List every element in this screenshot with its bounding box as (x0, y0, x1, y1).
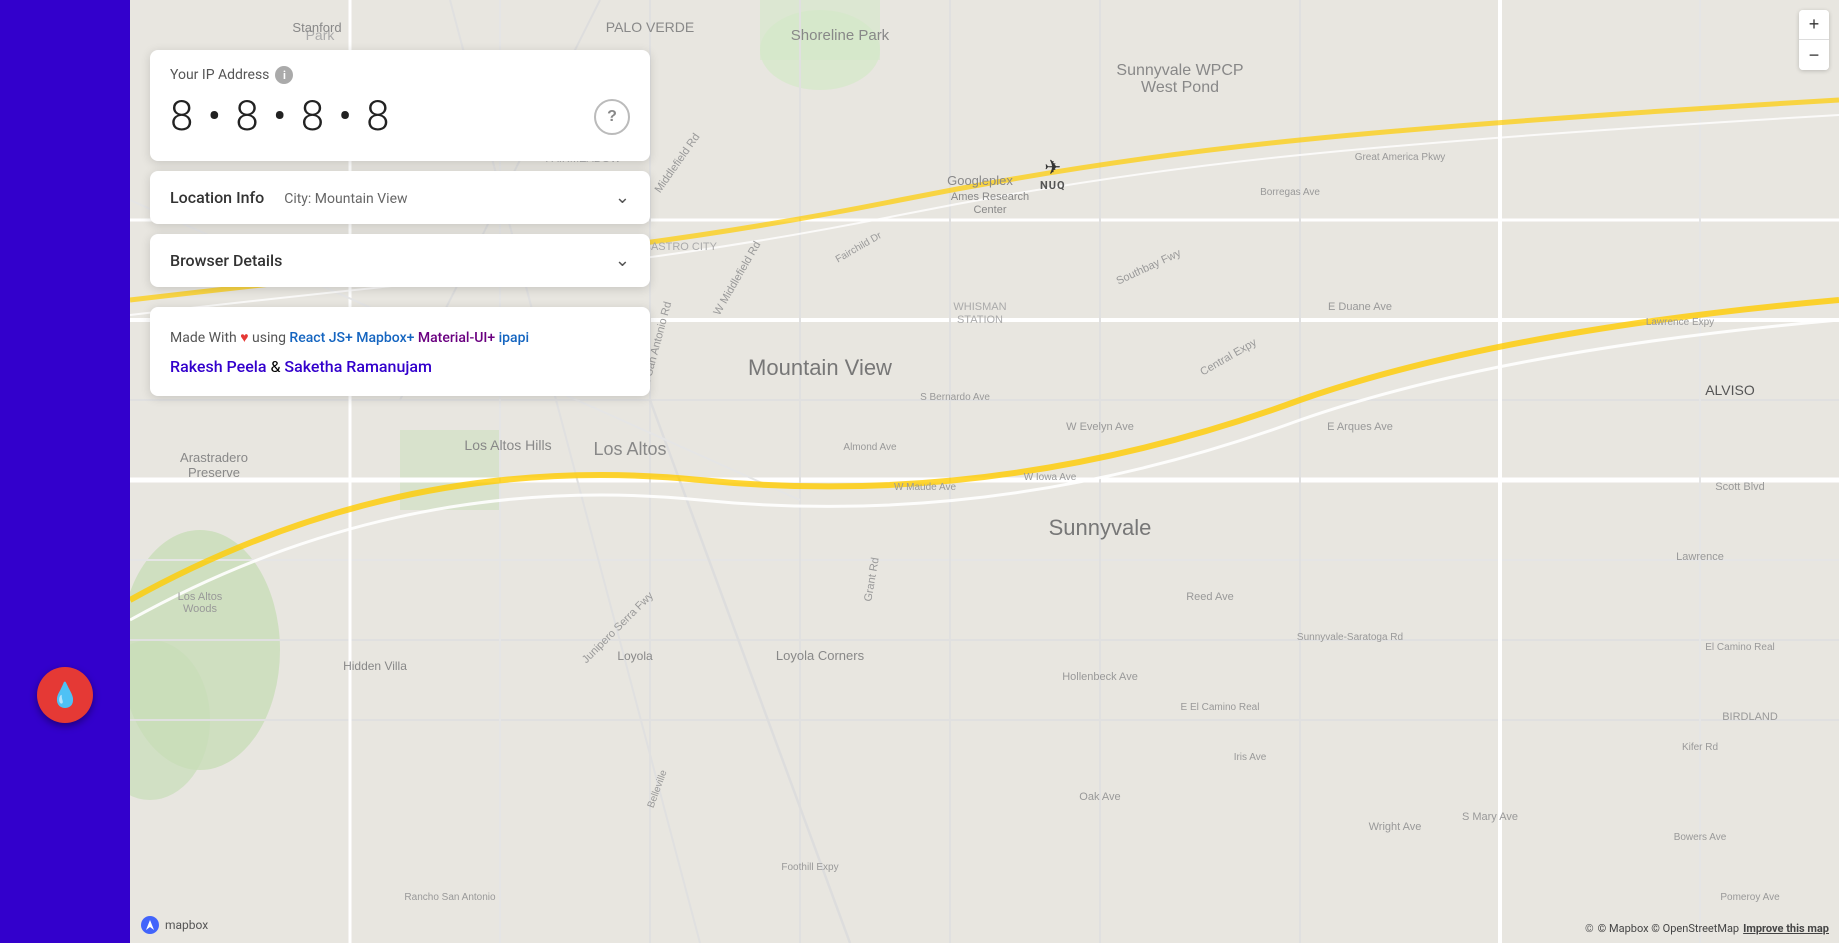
svg-text:Sunnyvale-Saratoga Rd: Sunnyvale-Saratoga Rd (1297, 632, 1403, 643)
panels-container: Your IP Address i 8 • 8 • 8 • 8 ? Locati… (150, 50, 650, 396)
svg-text:S Bernardo Ave: S Bernardo Ave (920, 392, 990, 403)
ip-card: Your IP Address i 8 • 8 • 8 • 8 ? (150, 50, 650, 161)
location-accordion: Location Info City: Mountain View ⌄ (150, 171, 650, 224)
svg-text:Lawrence: Lawrence (1676, 551, 1724, 563)
airplane-icon: ✈ (1044, 155, 1061, 179)
improve-map-link[interactable]: Improve this map (1743, 922, 1829, 935)
svg-text:Foothill Expy: Foothill Expy (781, 862, 838, 873)
mapbox-logo: mapbox (140, 915, 208, 935)
svg-text:West Pond: West Pond (1141, 79, 1219, 96)
svg-text:W Iowa Ave: W Iowa Ave (1024, 472, 1077, 483)
svg-text:WHISMAN: WHISMAN (953, 301, 1006, 313)
svg-text:E Duane Ave: E Duane Ave (1328, 301, 1392, 313)
airport-marker: ✈ NUQ (1040, 155, 1066, 192)
svg-text:Preserve: Preserve (188, 465, 240, 480)
svg-text:STATION: STATION (957, 314, 1003, 326)
svg-text:Ames Research: Ames Research (951, 191, 1029, 203)
water-drop-icon: 💧 (50, 681, 80, 710)
ip-address-display: 8 • 8 • 8 • 8 (170, 92, 391, 141)
ip-label: Your IP Address (170, 67, 269, 83)
ip-address-row: 8 • 8 • 8 • 8 ? (170, 92, 630, 141)
location-chevron-icon: ⌄ (615, 187, 630, 208)
svg-text:Hollenbeck Ave: Hollenbeck Ave (1062, 671, 1138, 683)
svg-text:Iris Ave: Iris Ave (1234, 752, 1267, 763)
heart-icon: ♥ (240, 330, 248, 346)
zoom-in-button[interactable]: + (1799, 10, 1829, 40)
svg-text:Arastradero: Arastradero (180, 450, 248, 465)
svg-text:Loyola: Loyola (617, 649, 653, 663)
browser-accordion-title: Browser Details (170, 251, 282, 270)
location-accordion-header[interactable]: Location Info City: Mountain View ⌄ (150, 171, 650, 224)
svg-text:Lawrence Expy: Lawrence Expy (1646, 317, 1714, 328)
svg-text:Los Altos: Los Altos (593, 439, 666, 459)
svg-text:Center: Center (973, 204, 1006, 216)
mapbox-copyright: © (1585, 922, 1594, 935)
svg-text:Great America Pkwy: Great America Pkwy (1355, 152, 1446, 163)
svg-text:Sunnyvale WPCP: Sunnyvale WPCP (1116, 62, 1243, 79)
authors-row: Rakesh Peela & Saketha Ramanujam (170, 357, 630, 376)
svg-text:CASTRO CITY: CASTRO CITY (643, 241, 718, 253)
mapbox-text: mapbox (165, 918, 208, 932)
svg-text:Woods: Woods (183, 603, 218, 615)
svg-text:Loyola Corners: Loyola Corners (776, 648, 865, 663)
svg-text:Los Altos Hills: Los Altos Hills (464, 437, 551, 453)
react-link[interactable]: React JS+ (289, 330, 352, 346)
fab-button[interactable]: 💧 (37, 667, 93, 723)
browser-accordion: Browser Details ⌄ (150, 234, 650, 287)
mapbox-link[interactable]: Mapbox+ (353, 330, 415, 346)
svg-text:BIRDLAND: BIRDLAND (1722, 711, 1778, 723)
map-zoom-controls: + − (1799, 10, 1829, 70)
svg-text:E Arques Ave: E Arques Ave (1327, 421, 1393, 433)
material-ui-link[interactable]: Material-UI+ (414, 330, 495, 346)
browser-chevron-icon: ⌄ (615, 250, 630, 271)
mapbox-attribution-link[interactable]: © Mapbox © OpenStreetMap (1598, 922, 1739, 935)
ip-label-row: Your IP Address i (170, 66, 630, 84)
svg-text:Bowers Ave: Bowers Ave (1674, 832, 1727, 843)
using-label: using (249, 330, 290, 346)
credit-card: Made With ♥ using React JS+ Mapbox+ Mate… (150, 307, 650, 396)
svg-text:W Maude Ave: W Maude Ave (894, 482, 957, 493)
svg-text:W Evelyn Ave: W Evelyn Ave (1066, 421, 1134, 433)
author-separator: & (270, 357, 280, 376)
svg-text:Rancho San Antonio: Rancho San Antonio (404, 892, 496, 903)
svg-text:Almond Ave: Almond Ave (843, 442, 897, 453)
svg-text:Scott Blvd: Scott Blvd (1715, 481, 1765, 493)
svg-text:Mountain View: Mountain View (748, 355, 892, 380)
credit-text: Made With ♥ using React JS+ Mapbox+ Mate… (170, 327, 630, 349)
svg-text:Wright Ave: Wright Ave (1369, 821, 1422, 833)
svg-text:Pomeroy Ave: Pomeroy Ave (1720, 892, 1780, 903)
svg-text:E El Camino Real: E El Camino Real (1181, 702, 1260, 713)
svg-text:Oak Ave: Oak Ave (1079, 791, 1120, 803)
location-accordion-title-group: Location Info City: Mountain View (170, 188, 408, 207)
svg-text:Reed Ave: Reed Ave (1186, 591, 1234, 603)
svg-text:Stanford: Stanford (292, 20, 341, 35)
svg-text:Sunnyvale: Sunnyvale (1049, 515, 1152, 540)
svg-text:PALO VERDE: PALO VERDE (606, 19, 694, 35)
svg-text:Borregas Ave: Borregas Ave (1260, 187, 1320, 198)
ip-question-button[interactable]: ? (594, 99, 630, 135)
location-accordion-title: Location Info (170, 188, 264, 207)
ip-info-icon[interactable]: i (275, 66, 293, 84)
location-accordion-subtitle: City: Mountain View (284, 191, 407, 207)
svg-text:Los Altos: Los Altos (178, 591, 223, 603)
svg-text:Hidden Villa: Hidden Villa (343, 659, 407, 673)
sidebar (0, 0, 130, 943)
svg-text:S Mary Ave: S Mary Ave (1462, 811, 1518, 823)
made-with-label: Made With (170, 330, 240, 346)
svg-text:Kifer Rd: Kifer Rd (1682, 742, 1718, 753)
browser-accordion-header[interactable]: Browser Details ⌄ (150, 234, 650, 287)
svg-text:Googleplex: Googleplex (947, 173, 1013, 188)
svg-text:Shoreline Park: Shoreline Park (791, 27, 890, 44)
ipapi-link[interactable]: ipapi (495, 330, 529, 346)
zoom-out-button[interactable]: − (1799, 40, 1829, 70)
svg-text:El Camino Real: El Camino Real (1705, 642, 1774, 653)
question-icon: ? (607, 108, 617, 126)
author1-link[interactable]: Rakesh Peela (170, 357, 267, 376)
map-attribution: © © Mapbox © OpenStreetMap Improve this … (1585, 922, 1829, 935)
author2-link[interactable]: Saketha Ramanujam (284, 357, 432, 376)
svg-text:ALVISO: ALVISO (1705, 382, 1755, 398)
airport-label: NUQ (1040, 179, 1066, 192)
